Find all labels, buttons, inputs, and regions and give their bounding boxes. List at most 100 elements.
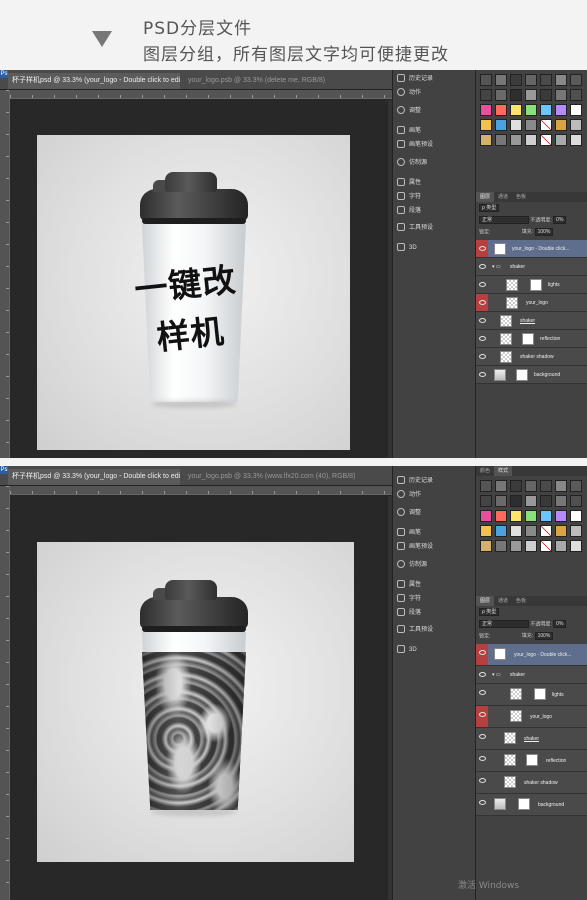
style-swatch[interactable] — [480, 74, 492, 86]
visibility-eye-icon[interactable] — [476, 666, 488, 683]
tab-color[interactable]: 颜色 — [476, 466, 494, 476]
panel-clone-source[interactable]: 仿制源 — [397, 156, 427, 170]
style-swatch[interactable] — [480, 540, 492, 552]
layer-row-your-logo[interactable]: your_logo — [476, 706, 587, 728]
panel-adjust[interactable]: 调整 — [397, 506, 421, 520]
visibility-eye-icon[interactable] — [476, 794, 488, 815]
style-swatch[interactable] — [525, 74, 537, 86]
style-swatch[interactable] — [570, 480, 582, 492]
style-swatch[interactable] — [555, 89, 567, 101]
visibility-eye-icon[interactable] — [476, 312, 488, 329]
style-swatch[interactable] — [495, 119, 507, 131]
layer-row-group-shaker[interactable]: ▾ ▭ shaker — [476, 666, 587, 684]
style-swatch[interactable] — [525, 134, 537, 146]
panel-tool-preset[interactable]: 工具预设 — [397, 221, 433, 235]
layer-row-shaker[interactable]: shaker — [476, 728, 587, 750]
visibility-eye-icon[interactable] — [476, 348, 488, 365]
layer-row-group-shaker[interactable]: ▾ ▭ shaker — [476, 258, 587, 276]
visibility-eye-icon[interactable] — [476, 706, 488, 727]
visibility-eye-icon[interactable] — [476, 366, 488, 383]
panel-brush[interactable]: 画笔 — [397, 526, 421, 540]
style-swatch[interactable] — [510, 134, 522, 146]
panel-paragraph[interactable]: 段落 — [397, 204, 421, 218]
panel-3d[interactable]: 3D — [397, 241, 417, 255]
panel-clone-source[interactable]: 仿制源 — [397, 558, 427, 572]
blend-mode-select[interactable]: 正常 — [479, 620, 529, 628]
tab-psb-document[interactable]: your_logo.psb @ 33.3% (delete me, RGB/8) — [184, 73, 374, 89]
visibility-eye-icon[interactable] — [476, 684, 488, 705]
style-swatch[interactable] — [510, 480, 522, 492]
style-swatch[interactable] — [540, 480, 552, 492]
style-swatch[interactable] — [540, 89, 552, 101]
horizontal-ruler[interactable] — [10, 90, 392, 99]
layer-row-your-logo-smart[interactable]: your_logo - Double click... — [476, 240, 587, 258]
visibility-eye-icon[interactable] — [476, 294, 488, 311]
style-swatch[interactable] — [570, 134, 582, 146]
style-swatch[interactable] — [510, 510, 522, 522]
style-swatch[interactable] — [570, 74, 582, 86]
style-swatch[interactable] — [525, 119, 537, 131]
style-swatch[interactable] — [555, 540, 567, 552]
tab-layers[interactable]: 图层 — [476, 596, 495, 606]
style-swatch[interactable] — [525, 89, 537, 101]
style-swatch[interactable] — [555, 510, 567, 522]
style-swatch-none[interactable] — [540, 540, 552, 552]
style-swatch[interactable] — [570, 540, 582, 552]
style-swatch[interactable] — [570, 495, 582, 507]
style-swatch[interactable] — [555, 119, 567, 131]
visibility-eye-icon[interactable] — [476, 772, 488, 793]
vertical-ruler[interactable] — [0, 486, 10, 900]
style-swatch[interactable] — [495, 495, 507, 507]
style-swatch[interactable] — [525, 510, 537, 522]
layer-kind-select[interactable]: ρ 类型 — [479, 204, 500, 212]
style-swatch[interactable] — [525, 495, 537, 507]
layer-row-shaker-shadow[interactable]: shaker shadow — [476, 348, 587, 366]
style-swatch[interactable] — [540, 74, 552, 86]
layer-kind-select[interactable]: ρ 类型 — [479, 608, 500, 616]
panel-actions[interactable]: 动作 — [397, 488, 421, 502]
visibility-eye-icon[interactable] — [476, 276, 488, 293]
opacity-input[interactable]: 0% — [553, 216, 567, 224]
style-swatch[interactable] — [510, 119, 522, 131]
style-swatch[interactable] — [525, 525, 537, 537]
style-swatch[interactable] — [555, 74, 567, 86]
layer-row-lights[interactable]: lights — [476, 684, 587, 706]
style-swatch[interactable] — [480, 480, 492, 492]
tab-active-document[interactable]: 杯子样机psd @ 33.3% (your_logo - Double clic… — [8, 73, 180, 89]
fill-input[interactable]: 100% — [534, 632, 554, 640]
panel-character[interactable]: 字符 — [397, 190, 421, 204]
style-swatch[interactable] — [540, 510, 552, 522]
layer-row-lights[interactable]: lights — [476, 276, 587, 294]
style-swatch[interactable] — [480, 134, 492, 146]
style-swatch[interactable] — [480, 119, 492, 131]
tab-swatches[interactable]: 色板 — [512, 192, 530, 202]
layer-row-shaker-shadow[interactable]: shaker shadow — [476, 772, 587, 794]
style-swatch[interactable] — [495, 480, 507, 492]
style-swatch[interactable] — [510, 104, 522, 116]
visibility-eye-icon[interactable] — [476, 644, 488, 665]
style-swatch[interactable] — [480, 89, 492, 101]
panel-history[interactable]: 历史记录 — [397, 72, 433, 86]
opacity-input[interactable]: 0% — [553, 620, 567, 628]
style-swatch[interactable] — [480, 525, 492, 537]
layer-row-your-logo-smart[interactable]: your_logo - Double click... — [476, 644, 587, 666]
style-swatch[interactable] — [495, 104, 507, 116]
layer-row-shaker[interactable]: shaker — [476, 312, 587, 330]
style-swatch-none[interactable] — [540, 134, 552, 146]
style-swatch[interactable] — [555, 134, 567, 146]
visibility-eye-icon[interactable] — [476, 728, 488, 749]
panel-brush[interactable]: 画笔 — [397, 124, 421, 138]
panel-properties[interactable]: 属性 — [397, 176, 421, 190]
panel-properties[interactable]: 属性 — [397, 578, 421, 592]
style-swatch[interactable] — [480, 510, 492, 522]
layer-row-background[interactable]: background — [476, 366, 587, 384]
panel-3d[interactable]: 3D — [397, 643, 417, 657]
panel-actions[interactable]: 动作 — [397, 86, 421, 100]
visibility-eye-icon[interactable] — [476, 750, 488, 771]
style-swatch[interactable] — [480, 104, 492, 116]
layer-row-your-logo[interactable]: your_logo — [476, 294, 587, 312]
tab-channels[interactable]: 通道 — [494, 596, 512, 606]
style-swatch[interactable] — [510, 540, 522, 552]
style-swatch-none[interactable] — [540, 525, 552, 537]
style-swatch[interactable] — [510, 89, 522, 101]
